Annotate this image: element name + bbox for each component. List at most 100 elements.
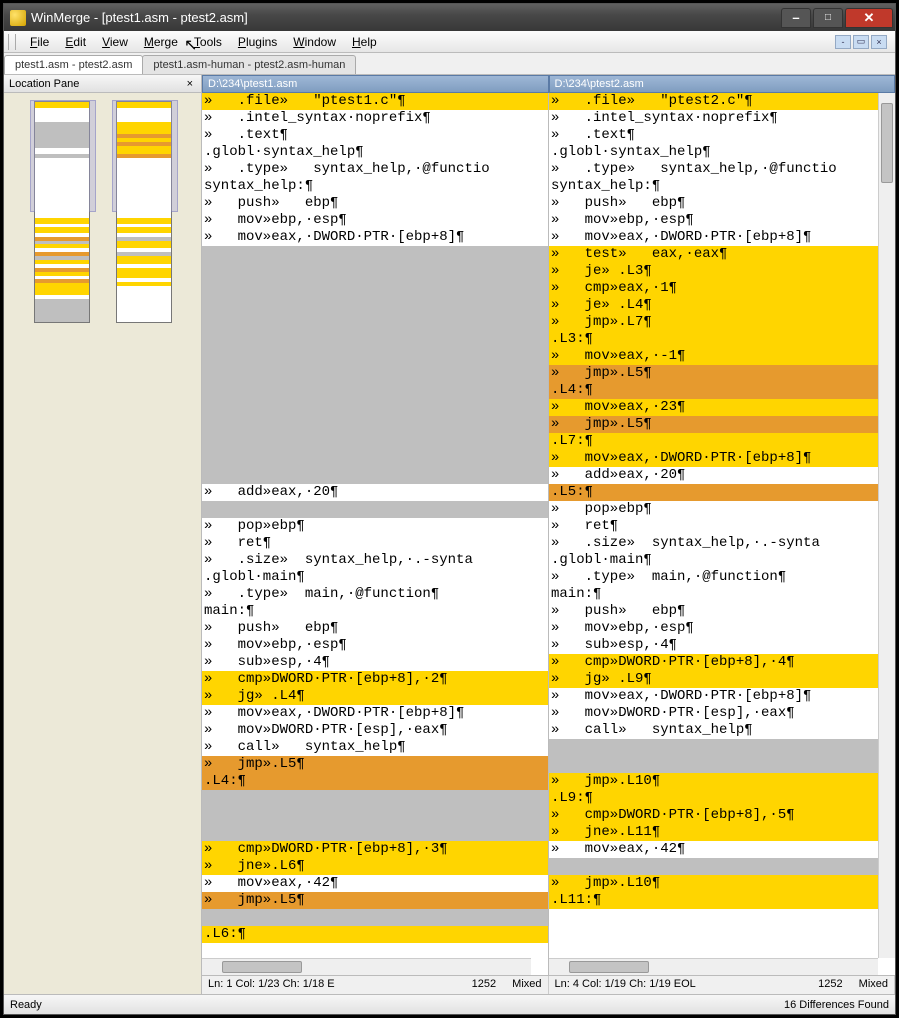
code-line[interactable]: syntax_help:¶ xyxy=(549,178,895,195)
code-line[interactable]: » add»eax,·20¶ xyxy=(549,467,895,484)
code-line[interactable]: » .size» syntax_help,·.-synta xyxy=(549,535,895,552)
v-scrollbar[interactable] xyxy=(878,93,895,958)
menu-help[interactable]: Help xyxy=(344,33,385,51)
tab-compare-1[interactable]: ptest1.asm-human - ptest2.asm-human xyxy=(142,55,356,74)
code-line[interactable]: » cmp»DWORD·PTR·[ebp+8],·4¶ xyxy=(549,654,895,671)
code-line[interactable]: .L4:¶ xyxy=(202,773,548,790)
mdi-restore-button[interactable]: ▭ xyxy=(853,35,869,49)
code-line[interactable] xyxy=(549,739,895,756)
menu-file[interactable]: File xyxy=(22,33,57,51)
code-line[interactable]: .globl·main¶ xyxy=(202,569,548,586)
menu-view[interactable]: View xyxy=(94,33,136,51)
location-column-left[interactable] xyxy=(34,101,90,323)
code-line[interactable]: » .type» main,·@function¶ xyxy=(549,569,895,586)
code-line[interactable] xyxy=(202,246,548,263)
close-button[interactable] xyxy=(845,8,893,28)
code-line[interactable] xyxy=(202,280,548,297)
code-line[interactable] xyxy=(202,365,548,382)
code-line[interactable]: .globl·syntax_help¶ xyxy=(549,144,895,161)
code-line[interactable]: » push» ebp¶ xyxy=(202,620,548,637)
code-line[interactable]: » .text¶ xyxy=(202,127,548,144)
code-line[interactable]: » mov»ebp,·esp¶ xyxy=(202,637,548,654)
location-pane-body[interactable] xyxy=(4,93,201,994)
code-line[interactable] xyxy=(202,909,548,926)
code-line[interactable]: » push» ebp¶ xyxy=(549,195,895,212)
code-line[interactable]: » cmp»DWORD·PTR·[ebp+8],·2¶ xyxy=(202,671,548,688)
code-line[interactable]: » jmp».L5¶ xyxy=(202,756,548,773)
code-line[interactable]: » ret¶ xyxy=(549,518,895,535)
mdi-minimize-button[interactable]: - xyxy=(835,35,851,49)
code-line[interactable]: .L4:¶ xyxy=(549,382,895,399)
h-scrollbar[interactable] xyxy=(549,958,878,975)
code-line[interactable]: » cmp»DWORD·PTR·[ebp+8],·3¶ xyxy=(202,841,548,858)
code-line[interactable]: » mov»ebp,·esp¶ xyxy=(549,212,895,229)
code-line[interactable]: » .size» syntax_help,·.-synta xyxy=(202,552,548,569)
code-line[interactable]: » mov»eax,·DWORD·PTR·[ebp+8]¶ xyxy=(202,705,548,722)
h-scrollbar[interactable] xyxy=(202,958,531,975)
code-line[interactable]: main:¶ xyxy=(549,586,895,603)
code-line[interactable]: .L11:¶ xyxy=(549,892,895,909)
code-line[interactable]: » jmp».L5¶ xyxy=(549,365,895,382)
menu-plugins[interactable]: Plugins xyxy=(230,33,285,51)
code-line[interactable] xyxy=(202,382,548,399)
code-line[interactable]: » jmp».L10¶ xyxy=(549,875,895,892)
left-code[interactable]: » .file» "ptest1.c"¶» .intel_syntax·nopr… xyxy=(202,93,548,943)
minimize-button[interactable] xyxy=(781,8,811,28)
code-line[interactable]: » mov»eax,·DWORD·PTR·[ebp+8]¶ xyxy=(549,229,895,246)
code-line[interactable]: » mov»eax,·42¶ xyxy=(202,875,548,892)
code-line[interactable] xyxy=(202,790,548,807)
menu-merge[interactable]: Merge xyxy=(136,33,186,51)
code-line[interactable] xyxy=(202,348,548,365)
mdi-close-button[interactable]: × xyxy=(871,35,887,49)
code-line[interactable]: » .type» syntax_help,·@functio xyxy=(549,161,895,178)
code-line[interactable]: » sub»esp,·4¶ xyxy=(549,637,895,654)
code-line[interactable]: » cmp»DWORD·PTR·[ebp+8],·5¶ xyxy=(549,807,895,824)
code-line[interactable] xyxy=(202,416,548,433)
code-line[interactable] xyxy=(202,433,548,450)
code-line[interactable]: » .text¶ xyxy=(549,127,895,144)
code-line[interactable] xyxy=(202,824,548,841)
code-line[interactable]: .L5:¶ xyxy=(549,484,895,501)
code-line[interactable]: » mov»ebp,·esp¶ xyxy=(549,620,895,637)
code-line[interactable] xyxy=(202,314,548,331)
code-line[interactable] xyxy=(202,807,548,824)
code-line[interactable]: » jg» .L4¶ xyxy=(202,688,548,705)
tab-compare-0[interactable]: ptest1.asm - ptest2.asm xyxy=(4,55,143,74)
title-bar[interactable]: WinMerge - [ptest1.asm - ptest2.asm] xyxy=(4,4,895,31)
code-line[interactable]: » mov»eax,·42¶ xyxy=(549,841,895,858)
right-code[interactable]: » .file» "ptest2.c"¶» .intel_syntax·nopr… xyxy=(549,93,895,909)
code-line[interactable]: » mov»ebp,·esp¶ xyxy=(202,212,548,229)
code-line[interactable]: .L7:¶ xyxy=(549,433,895,450)
code-line[interactable] xyxy=(549,756,895,773)
code-line[interactable]: » push» ebp¶ xyxy=(202,195,548,212)
code-line[interactable] xyxy=(202,501,548,518)
code-line[interactable] xyxy=(202,331,548,348)
code-line[interactable]: .L3:¶ xyxy=(549,331,895,348)
code-line[interactable] xyxy=(202,297,548,314)
code-line[interactable]: .globl·syntax_help¶ xyxy=(202,144,548,161)
code-line[interactable]: » mov»eax,·DWORD·PTR·[ebp+8]¶ xyxy=(549,450,895,467)
code-line[interactable] xyxy=(202,263,548,280)
code-line[interactable]: » ret¶ xyxy=(202,535,548,552)
code-line[interactable]: » pop»ebp¶ xyxy=(202,518,548,535)
code-line[interactable]: main:¶ xyxy=(202,603,548,620)
code-line[interactable]: » .type» syntax_help,·@functio xyxy=(202,161,548,178)
code-line[interactable]: » test» eax,·eax¶ xyxy=(549,246,895,263)
code-line[interactable] xyxy=(549,858,895,875)
menu-edit[interactable]: Edit xyxy=(57,33,94,51)
code-line[interactable]: .L9:¶ xyxy=(549,790,895,807)
code-line[interactable]: » mov»eax,·-1¶ xyxy=(549,348,895,365)
code-line[interactable]: » sub»esp,·4¶ xyxy=(202,654,548,671)
code-line[interactable]: » mov»DWORD·PTR·[esp],·eax¶ xyxy=(549,705,895,722)
code-line[interactable]: » mov»DWORD·PTR·[esp],·eax¶ xyxy=(202,722,548,739)
code-line[interactable]: » call» syntax_help¶ xyxy=(549,722,895,739)
code-line[interactable]: » jne».L11¶ xyxy=(549,824,895,841)
code-line[interactable]: » mov»eax,·DWORD·PTR·[ebp+8]¶ xyxy=(549,688,895,705)
code-line[interactable] xyxy=(202,399,548,416)
code-line[interactable]: » .file» "ptest1.c"¶ xyxy=(202,93,548,110)
code-line[interactable]: » je» .L3¶ xyxy=(549,263,895,280)
maximize-button[interactable] xyxy=(813,8,843,28)
code-line[interactable]: » je» .L4¶ xyxy=(549,297,895,314)
code-line[interactable]: » .type» main,·@function¶ xyxy=(202,586,548,603)
code-line[interactable]: » push» ebp¶ xyxy=(549,603,895,620)
